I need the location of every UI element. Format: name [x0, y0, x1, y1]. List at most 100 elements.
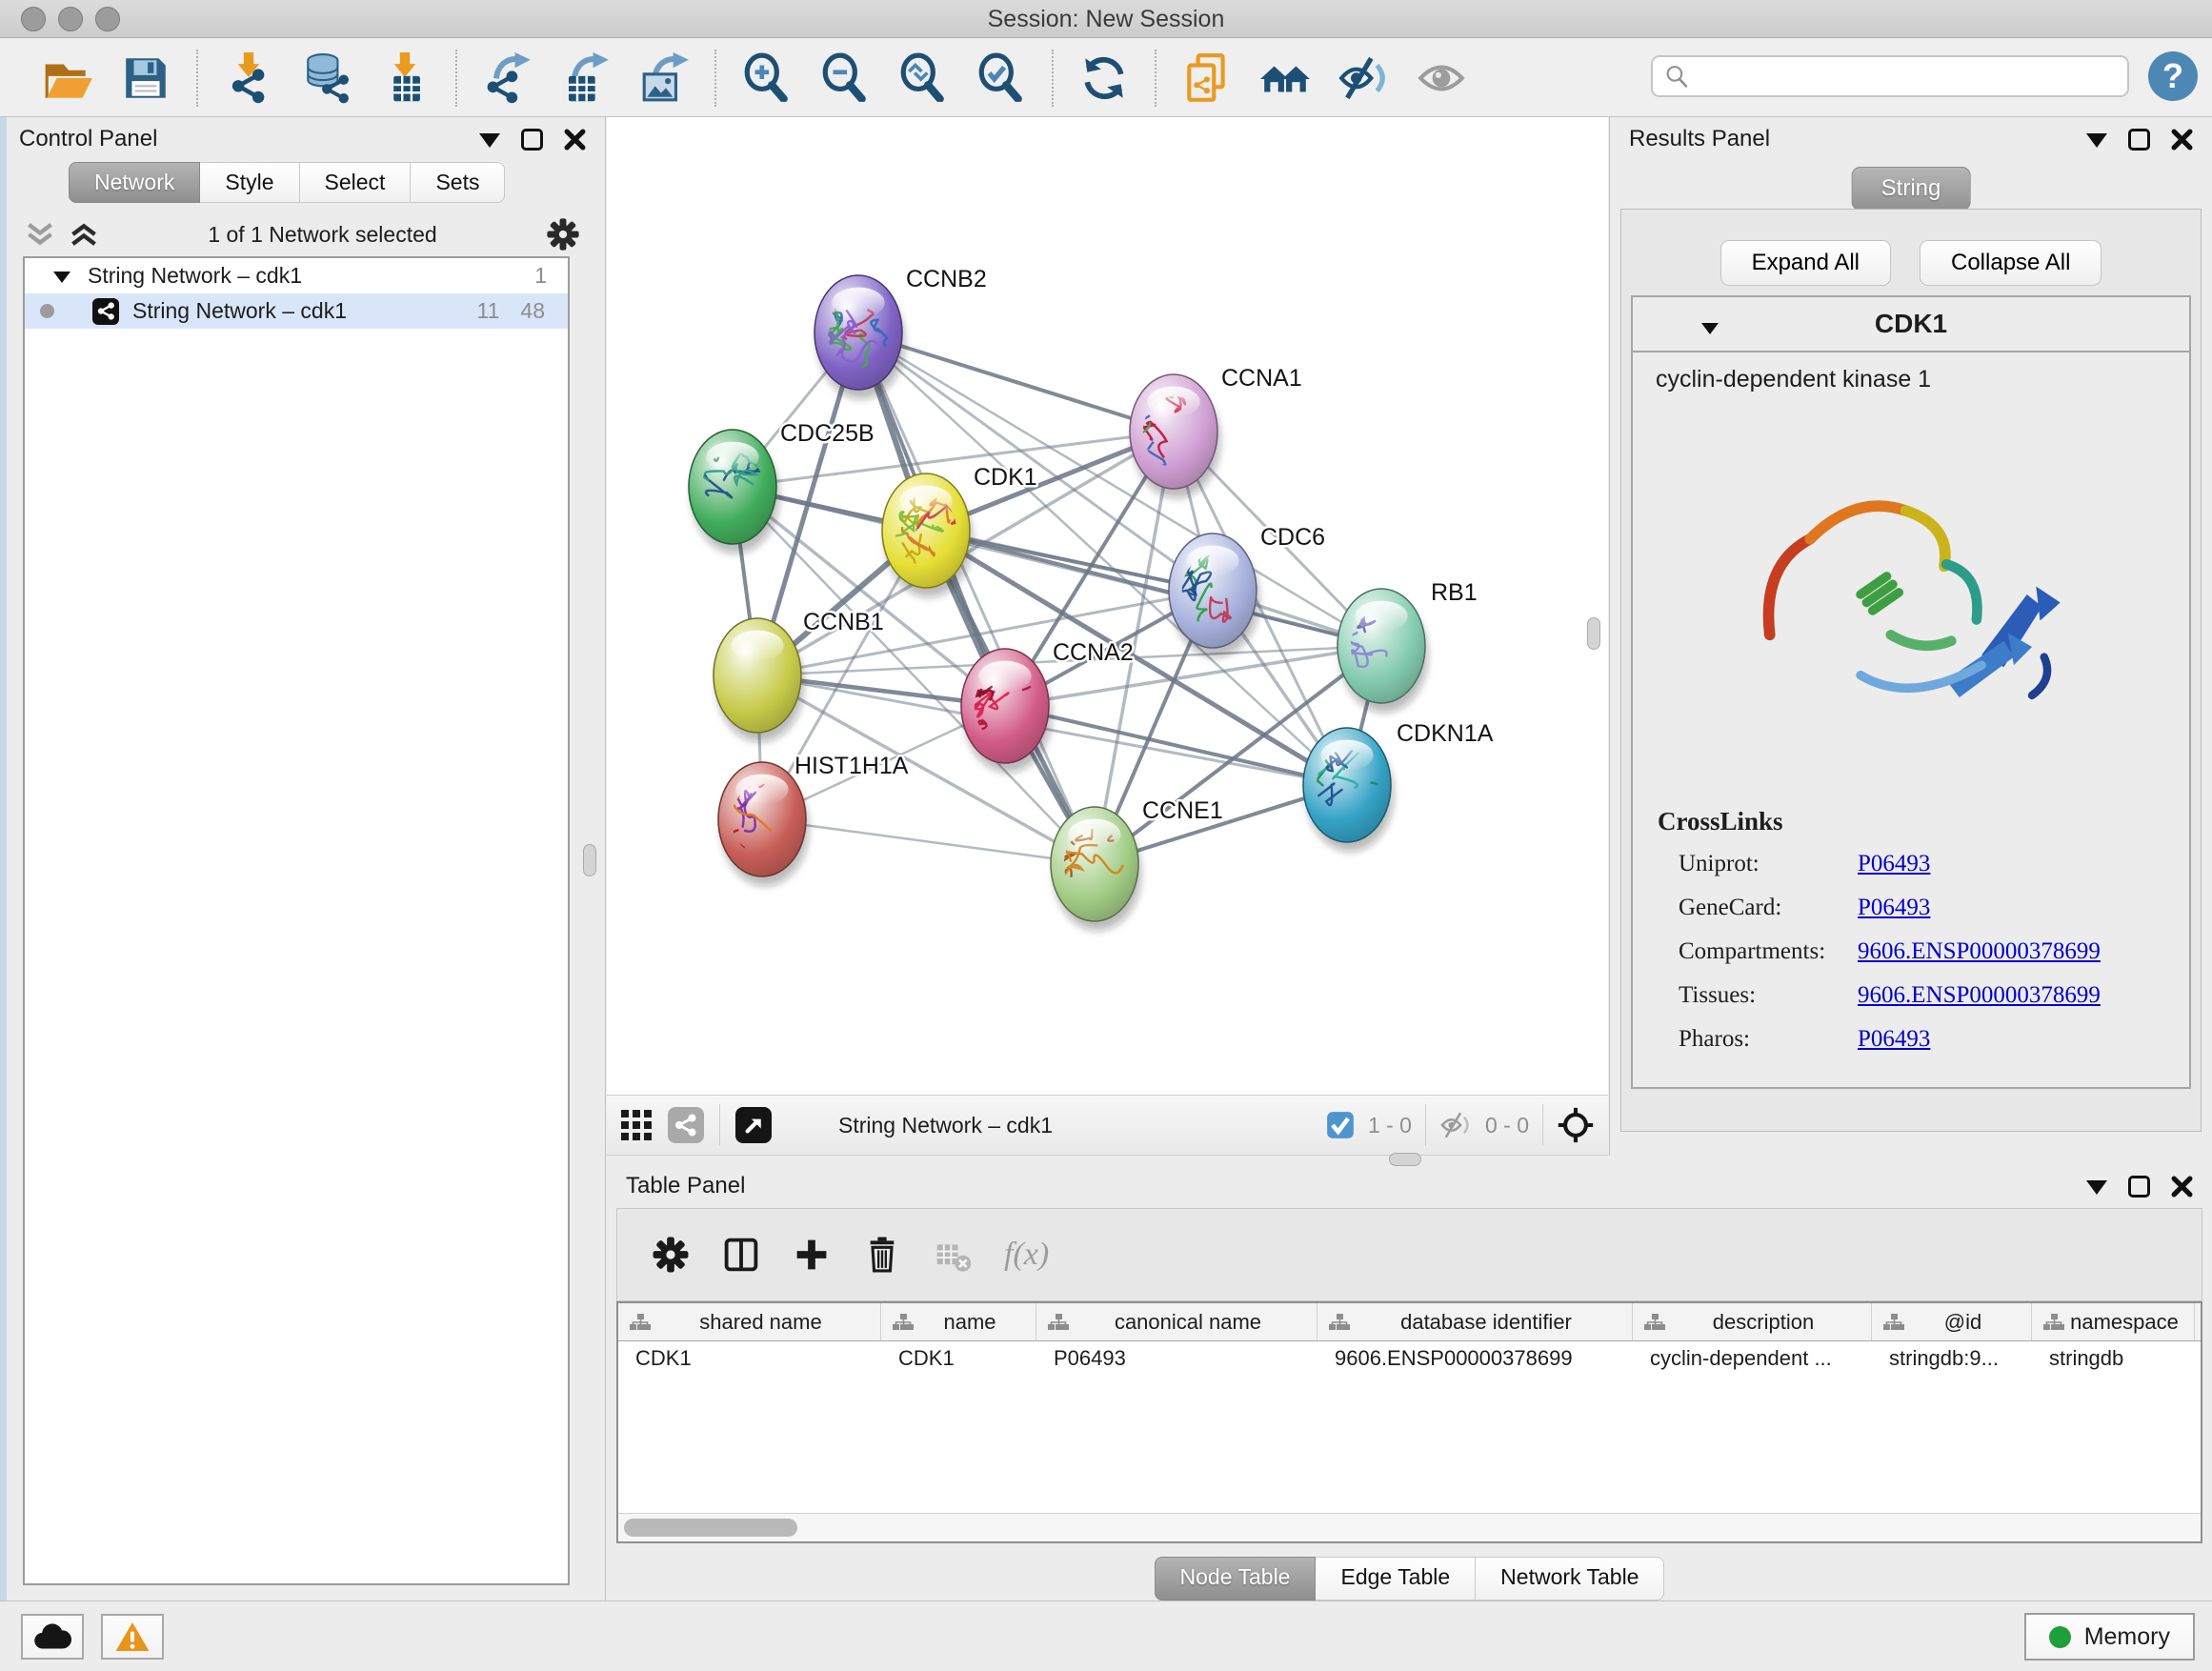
network-chip-icon[interactable] [668, 1107, 704, 1143]
delete-table-icon[interactable] [934, 1236, 972, 1274]
network-node-CDKN1A[interactable]: CDKN1A [1297, 720, 1494, 852]
apply-preferred-layout-icon[interactable] [1078, 52, 1130, 104]
crosslink-link[interactable]: P06493 [1858, 851, 1930, 877]
fit-selection-crosshair-icon[interactable] [1557, 1106, 1595, 1144]
crosslink-link[interactable]: 9606.ENSP00000378699 [1858, 982, 2101, 1009]
network-node-HIST1H1A[interactable]: HIST1H1A [713, 735, 908, 889]
network-edge-CCNB2-CCNA1[interactable] [858, 332, 1174, 432]
panel-close-icon[interactable] [2171, 129, 2193, 151]
panel-close-icon[interactable] [564, 129, 586, 151]
protein-expander-icon[interactable] [1701, 323, 1719, 343]
column-header-name[interactable]: name [881, 1303, 1036, 1340]
help-button[interactable]: ? [2148, 51, 2198, 101]
network-node-CCNB1[interactable]: CCNB1 [714, 609, 884, 742]
tab-sets[interactable]: Sets [411, 162, 505, 203]
column-header-@id[interactable]: @id [1872, 1303, 2032, 1340]
zoom-fit-content-icon[interactable] [897, 52, 949, 104]
zoom-selected-icon[interactable] [975, 52, 1027, 104]
right-splitter-grip[interactable] [1587, 617, 1600, 650]
network-edge-HIST1H1A-CCNE1[interactable] [762, 819, 1095, 864]
panel-menu-icon[interactable] [2086, 133, 2107, 158]
protein-card-header[interactable]: CDK1 [1633, 297, 2189, 352]
panel-float-icon[interactable] [521, 129, 543, 151]
tab-string[interactable]: String [1852, 167, 1971, 211]
panel-menu-icon[interactable] [2086, 1180, 2107, 1205]
warnings-button[interactable] [101, 1614, 164, 1660]
show-home-icon[interactable] [1259, 52, 1311, 104]
table-tab-node-table[interactable]: Node Table [1155, 1557, 1317, 1601]
network-node-CDC25B[interactable]: CDC25B [657, 420, 875, 554]
import-network-from-file-icon[interactable] [223, 52, 274, 104]
collection-expander-icon[interactable] [53, 272, 70, 292]
minimize-window-button[interactable] [58, 7, 83, 31]
show-columns-icon[interactable] [722, 1236, 760, 1274]
zoom-out-icon[interactable] [819, 52, 871, 104]
left-splitter-grip[interactable] [583, 844, 596, 876]
table-options-gear-icon[interactable] [652, 1236, 690, 1274]
function-builder-icon[interactable]: f(x) [1004, 1237, 1049, 1273]
column-header-database-identifier[interactable]: database identifier [1317, 1303, 1633, 1340]
scrollbar-thumb[interactable] [624, 1519, 797, 1537]
network-node-CCNE1[interactable]: CCNE1 [1026, 794, 1223, 931]
memory-button[interactable]: Memory [2024, 1613, 2195, 1661]
show-selected-icon[interactable] [1416, 52, 1467, 104]
table-row[interactable]: CDK1CDK1P064939606.ENSP00000378699cyclin… [618, 1341, 2201, 1376]
panel-menu-icon[interactable] [479, 133, 500, 158]
crosslink-link[interactable]: P06493 [1858, 895, 1930, 921]
table-tab-edge-table[interactable]: Edge Table [1316, 1557, 1476, 1601]
column-header-description[interactable]: description [1633, 1303, 1872, 1340]
cloud-status-button[interactable] [21, 1614, 84, 1660]
tab-select[interactable]: Select [300, 162, 412, 203]
bottom-splitter-grip[interactable] [1389, 1153, 1421, 1166]
crosslink-link[interactable]: P06493 [1858, 1026, 1930, 1053]
network-node-CDC6[interactable]: CDC6 [1158, 524, 1325, 657]
export-network-icon[interactable] [482, 52, 533, 104]
network-node-CDK1[interactable]: CDK1 [882, 464, 1037, 597]
table-horizontal-scrollbar[interactable] [618, 1513, 2201, 1541]
collapse-all-button[interactable]: Collapse All [1920, 240, 2101, 286]
search-input[interactable] [1697, 59, 2127, 93]
column-header-canonical-name[interactable]: canonical name [1036, 1303, 1317, 1340]
table-cell[interactable]: P06493 [1036, 1341, 1317, 1376]
network-node-CCNA1[interactable]: CCNA1 [1096, 365, 1302, 498]
network-options-gear-icon[interactable] [546, 217, 580, 252]
open-session-icon[interactable] [42, 52, 93, 104]
table-tab-network-table[interactable]: Network Table [1476, 1557, 1664, 1601]
graphics-detail-grid-icon[interactable] [620, 1109, 653, 1141]
panel-float-icon[interactable] [2128, 129, 2150, 151]
table-cell[interactable]: CDK1 [881, 1341, 1036, 1376]
network-view-canvas[interactable]: CCNB2CCNA1CDC25BCDK1CDC6RB1CCNB1CCNA2CDK… [607, 117, 1608, 1095]
table-cell[interactable]: 9606.ENSP00000378699 [1317, 1341, 1633, 1376]
delete-column-trash-icon[interactable] [863, 1236, 901, 1274]
panel-float-icon[interactable] [2128, 1176, 2150, 1198]
crosslink-link[interactable]: 9606.ENSP00000378699 [1858, 938, 2101, 965]
birds-eye-view-icon[interactable] [735, 1107, 772, 1143]
network-node-RB1[interactable]: RB1 [1335, 579, 1478, 713]
table-cell[interactable]: stringdb:9... [1872, 1341, 2032, 1376]
network-node-CCNB2[interactable]: CCNB2 [801, 266, 987, 399]
clone-network-icon[interactable] [1181, 52, 1233, 104]
close-window-button[interactable] [21, 7, 46, 31]
import-table-from-file-icon[interactable] [379, 52, 431, 104]
zoom-in-icon[interactable] [741, 52, 793, 104]
create-column-plus-icon[interactable] [793, 1236, 831, 1274]
export-table-icon[interactable] [560, 52, 612, 104]
column-header-shared-name[interactable]: shared name [618, 1303, 881, 1340]
network-row[interactable]: String Network – cdk1 11 48 [25, 293, 568, 329]
save-session-icon[interactable] [120, 52, 171, 104]
import-network-from-database-icon[interactable] [301, 52, 352, 104]
column-header-namespace[interactable]: namespace [2032, 1303, 2195, 1340]
network-edge-CCNA2-CDKN1A[interactable] [1005, 706, 1347, 785]
expand-up-icon[interactable] [69, 222, 99, 247]
collapse-all-icon[interactable] [25, 222, 55, 247]
maximize-window-button[interactable] [95, 7, 120, 31]
export-image-icon[interactable] [638, 52, 690, 104]
expand-all-button[interactable]: Expand All [1720, 240, 1891, 286]
tab-network[interactable]: Network [69, 162, 200, 203]
network-collection-row[interactable]: String Network – cdk1 1 [25, 258, 568, 293]
tab-style[interactable]: Style [200, 162, 299, 203]
table-cell[interactable]: stringdb [2032, 1341, 2195, 1376]
selected-checkbox-icon[interactable] [1326, 1111, 1355, 1139]
network-edge-CCNB2-CCNE1[interactable] [858, 332, 1095, 864]
table-cell[interactable]: cyclin-dependent ... [1633, 1341, 1872, 1376]
